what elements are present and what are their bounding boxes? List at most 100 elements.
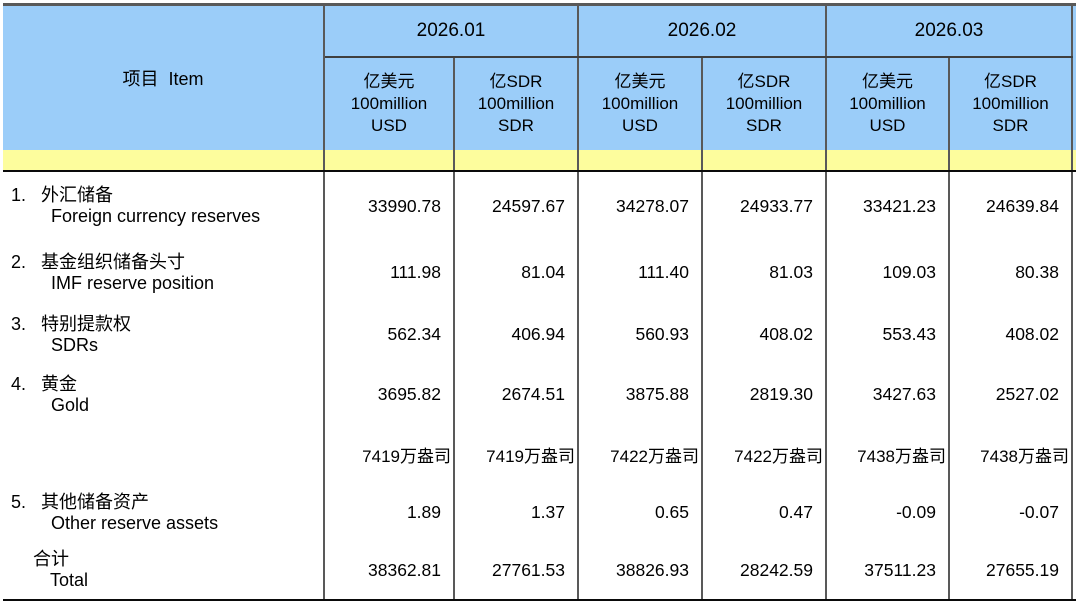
value-cell: 553.43	[826, 305, 949, 365]
item-label-en: Total	[3, 570, 323, 591]
value-cell: -0.07	[949, 484, 1072, 542]
item-label-cn: 合计	[3, 549, 323, 570]
value-cell: 33990.78	[324, 171, 454, 241]
value-cell: 24933.77	[702, 171, 826, 241]
separator-cell	[3, 150, 324, 171]
value-cell: 2527.02	[949, 365, 1072, 425]
item-number: 1.	[11, 185, 26, 206]
item-label-cn: 黄金	[41, 374, 77, 394]
item-cell: 合计 Total	[3, 542, 324, 600]
value-cell: 27761.53	[454, 542, 578, 600]
separator-cell	[1072, 150, 1076, 171]
value-cell: 81.04	[454, 241, 578, 305]
value-cell: 7422万盎司	[578, 425, 702, 484]
value-cell: 38826.93	[578, 542, 702, 600]
table-row: 4. 黄金 Gold 3695.82 2674.51 3875.88 2819.3…	[3, 365, 1076, 425]
item-number: 3.	[11, 314, 26, 335]
item-label-en: Foreign currency reserves	[3, 206, 323, 227]
item-number: 2.	[11, 252, 26, 273]
cropped-column-sliver	[1072, 542, 1076, 600]
item-label-en: SDRs	[3, 335, 323, 356]
value-cell: 2674.51	[454, 365, 578, 425]
cropped-column-sliver	[1072, 171, 1076, 241]
value-cell: 81.03	[702, 241, 826, 305]
reserves-table: 项目 Item 2026.01 2026.02 2026.03 亿美元 100m…	[3, 3, 1076, 601]
value-cell: 80.38	[949, 241, 1072, 305]
value-cell: 111.98	[324, 241, 454, 305]
item-label-en: Gold	[3, 395, 323, 416]
value-cell: 562.34	[324, 305, 454, 365]
value-cell: 34278.07	[578, 171, 702, 241]
separator-cell	[702, 150, 826, 171]
value-cell: 33421.23	[826, 171, 949, 241]
separator-cell	[578, 150, 702, 171]
item-number: 4.	[11, 374, 26, 395]
value-cell: -0.09	[826, 484, 949, 542]
month-header: 2026.02	[578, 5, 826, 57]
value-cell: 38362.81	[324, 542, 454, 600]
value-cell: 0.65	[578, 484, 702, 542]
table-row: 3. 特别提款权 SDRs 562.34 406.94 560.93 408.02…	[3, 305, 1076, 365]
value-cell: 2819.30	[702, 365, 826, 425]
unit-header-usd: 亿美元 100million USD	[578, 57, 702, 150]
item-cell: 3. 特别提款权 SDRs	[3, 305, 324, 365]
item-label-en: IMF reserve position	[3, 273, 323, 294]
page: 项目 Item 2026.01 2026.02 2026.03 亿美元 100m…	[0, 0, 1076, 601]
cropped-column-sliver	[1072, 241, 1076, 305]
cropped-column-sliver	[1072, 425, 1076, 484]
value-cell: 24597.67	[454, 171, 578, 241]
table-row: 5.其他储备资产 Other reserve assets 1.89 1.37 …	[3, 484, 1076, 542]
cropped-column-sliver	[1072, 365, 1076, 425]
unit-header-sdr: 亿SDR 100million SDR	[702, 57, 826, 150]
item-cell: 2. 基金组织储备头寸 IMF reserve position	[3, 241, 324, 305]
value-cell: 27655.19	[949, 542, 1072, 600]
item-cell: 4. 黄金 Gold	[3, 365, 324, 425]
item-label-cn: 基金组织储备头寸	[41, 252, 185, 272]
item-header-label: 项目 Item	[122, 69, 203, 89]
value-cell: 28242.59	[702, 542, 826, 600]
table-row: 1.外汇储备 Foreign currency reserves 33990.7…	[3, 171, 1076, 241]
value-cell: 408.02	[949, 305, 1072, 365]
total-row: 合计 Total 38362.81 27761.53 38826.93 2824…	[3, 542, 1076, 600]
value-cell: 560.93	[578, 305, 702, 365]
separator-cell	[949, 150, 1072, 171]
value-cell: 1.89	[324, 484, 454, 542]
value-cell: 24639.84	[949, 171, 1072, 241]
value-cell: 7422万盎司	[702, 425, 826, 484]
value-cell: 111.40	[578, 241, 702, 305]
unit-header-sdr: 亿SDR 100million SDR	[454, 57, 578, 150]
table-row: 2. 基金组织储备头寸 IMF reserve position 111.98 8…	[3, 241, 1076, 305]
value-cell: 0.47	[702, 484, 826, 542]
unit-header-usd: 亿美元 100million USD	[324, 57, 454, 150]
separator-band-row	[3, 150, 1076, 171]
value-cell: 7438万盎司	[826, 425, 949, 484]
value-cell: 406.94	[454, 305, 578, 365]
month-header: 2026.03	[826, 5, 1072, 57]
value-cell: 7419万盎司	[454, 425, 578, 484]
cropped-column-sliver	[1072, 5, 1076, 150]
separator-cell	[324, 150, 454, 171]
item-label-en: Other reserve assets	[3, 513, 323, 534]
value-cell: 7438万盎司	[949, 425, 1072, 484]
value-cell: 37511.23	[826, 542, 949, 600]
value-cell: 408.02	[702, 305, 826, 365]
item-cell: 1.外汇储备 Foreign currency reserves	[3, 171, 324, 241]
item-number: 5.	[11, 492, 26, 513]
value-cell: 3427.63	[826, 365, 949, 425]
table-row: 7419万盎司 7419万盎司 7422万盎司 7422万盎司 7438万盎司 …	[3, 425, 1076, 484]
item-label-cn: 特别提款权	[41, 314, 131, 334]
month-header-row: 项目 Item 2026.01 2026.02 2026.03	[3, 5, 1076, 57]
value-cell: 3875.88	[578, 365, 702, 425]
unit-header-usd: 亿美元 100million USD	[826, 57, 949, 150]
unit-header-sdr: 亿SDR 100million SDR	[949, 57, 1072, 150]
item-column-header: 项目 Item	[3, 5, 324, 150]
value-cell: 7419万盎司	[324, 425, 454, 484]
cropped-column-sliver	[1072, 484, 1076, 542]
item-cell: 5.其他储备资产 Other reserve assets	[3, 484, 324, 542]
value-cell: 3695.82	[324, 365, 454, 425]
value-cell: 1.37	[454, 484, 578, 542]
month-header: 2026.01	[324, 5, 578, 57]
cropped-column-sliver	[1072, 305, 1076, 365]
item-cell	[3, 425, 324, 484]
separator-cell	[826, 150, 949, 171]
